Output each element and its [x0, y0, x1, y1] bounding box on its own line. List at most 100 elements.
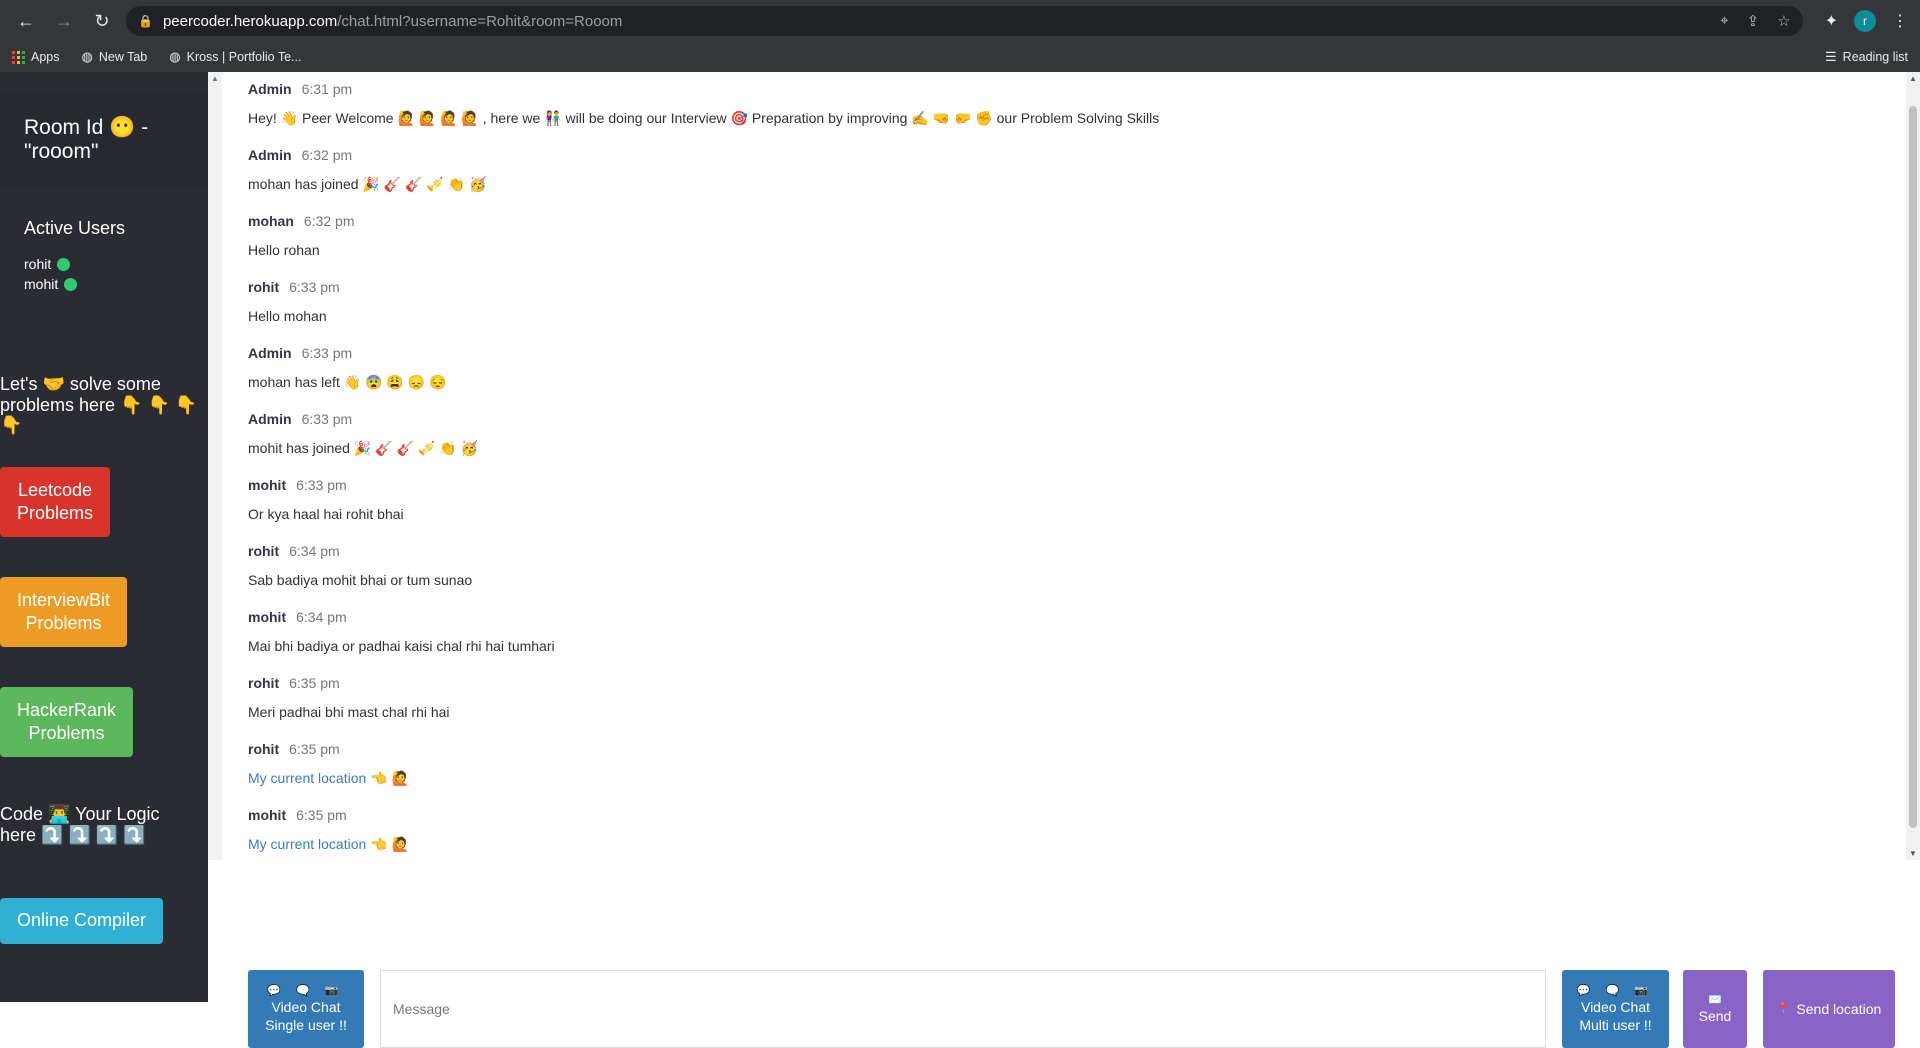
- message-author: rohit: [248, 675, 280, 691]
- chat-camera-icons: 💬 🗨️ 📷: [267, 984, 345, 997]
- reading-list[interactable]: ☰ Reading list: [1825, 49, 1908, 65]
- message-author: Admin: [248, 81, 292, 97]
- back-icon[interactable]: ←: [12, 7, 40, 35]
- message-meta: rohit 6:33 pm: [248, 276, 1888, 298]
- menu-icon[interactable]: ⋮: [1892, 11, 1908, 31]
- message-time: 6:33 pm: [296, 477, 347, 493]
- chat-main: ▲ ▼ Admin 6:31 pm Hey! 👋 Peer Welcome 🙋 🙋 …: [208, 72, 1920, 1048]
- message-item: Admin 6:33 pm mohan has left 👋 😨 😩 😞 😔: [248, 342, 1888, 408]
- location-link[interactable]: My current location 👈 🙋: [248, 770, 409, 787]
- send-button[interactable]: ✉️ Send: [1683, 970, 1747, 1048]
- scroll-up-icon[interactable]: ▲: [211, 74, 219, 83]
- location-link[interactable]: My current location 👈 🙋: [248, 836, 409, 853]
- messages-scrollbar[interactable]: ▲ ▼: [1906, 72, 1920, 860]
- globe-icon: ◍: [81, 49, 93, 64]
- message-body: mohan has joined 🎉 🎸 🎸 🎺 👏 🥳: [248, 175, 487, 192]
- message-author: Admin: [248, 147, 292, 163]
- interviewbit-button[interactable]: InterviewBit Problems: [0, 577, 127, 647]
- message-time: 6:33 pm: [289, 279, 340, 295]
- practice-heading: Let's 🤝 solve some problems here 👇 👇 👇 👇: [0, 374, 198, 436]
- location-icon[interactable]: ⌖: [1720, 12, 1728, 30]
- active-user-list: rohit mohit: [24, 256, 78, 296]
- message-body: Or kya haal hai rohit bhai: [248, 506, 404, 522]
- message-body: My current location 👈 🙋: [248, 768, 1888, 788]
- message-meta: mohan 6:32 pm: [248, 210, 1888, 232]
- message-author: mohit: [248, 807, 287, 823]
- video-chat-multi-button[interactable]: 💬 🗨️ 📷 Video Chat Multi user !!: [1562, 970, 1669, 1048]
- pin-icon: 📍: [1776, 1002, 1791, 1015]
- user-item: rohit: [24, 256, 77, 272]
- message-body: Meri padhai bhi mast chal rhi hai: [248, 704, 450, 720]
- star-icon[interactable]: ☆: [1777, 12, 1790, 30]
- reload-icon[interactable]: ↻: [88, 7, 116, 35]
- message-time: 6:31 pm: [301, 81, 353, 97]
- message-time: 6:35 pm: [289, 675, 340, 691]
- message-meta: mohit 6:33 pm: [248, 474, 1888, 496]
- apps-icon: [12, 50, 25, 64]
- message-meta: Admin 6:31 pm: [248, 78, 1888, 100]
- share-icon[interactable]: ⇪: [1747, 12, 1760, 30]
- message-input[interactable]: [380, 970, 1546, 1048]
- message-author: mohit: [248, 609, 287, 625]
- message-meta: rohit 6:35 pm: [248, 672, 1888, 694]
- envelope-icon: ✉️: [1708, 993, 1722, 1006]
- message-author: mohan: [248, 213, 294, 229]
- active-users-title: Active Users: [24, 218, 126, 238]
- message-time: 6:34 pm: [296, 609, 347, 625]
- message-meta: mohit 6:35 pm: [248, 804, 1888, 826]
- online-status-icon: [64, 277, 78, 291]
- message-meta: Admin 6:33 pm: [248, 408, 1888, 430]
- message-composer: 💬 🗨️ 📷 Video Chat Single user !! 💬 🗨️ 📷 …: [208, 860, 1920, 1048]
- message-body: mohan has left 👋 😨 😩 😞 😔: [248, 373, 447, 390]
- message-time: 6:35 pm: [289, 741, 340, 757]
- message-time: 6:34 pm: [289, 543, 340, 559]
- forward-icon[interactable]: →: [50, 7, 78, 35]
- hackerrank-button[interactable]: HackerRank Problems: [0, 687, 133, 757]
- message-item: mohit 6:35 pm My current location 👈 🙋: [248, 804, 1888, 858]
- bookmarks-bar: Apps ◍ New Tab ◍ Kross | Portfolio Te...…: [0, 42, 1920, 72]
- bookmark-kross[interactable]: ◍ Kross | Portfolio Te...: [169, 49, 301, 65]
- message-item: Admin 6:32 pm mohan has joined 🎉 🎸 🎸 🎺 👏 🥳: [248, 144, 1888, 210]
- scroll-up-icon[interactable]: ▲: [1909, 74, 1917, 83]
- message-time: 6:33 pm: [301, 345, 353, 361]
- message-time: 6:35 pm: [296, 807, 347, 823]
- bookmark-new-tab[interactable]: ◍ New Tab: [82, 49, 148, 65]
- message-author: Admin: [248, 345, 292, 361]
- message-time: 6:32 pm: [301, 147, 353, 163]
- video-chat-single-button[interactable]: 💬 🗨️ 📷 Video Chat Single user !!: [248, 970, 364, 1048]
- user-item: mohit: [24, 276, 78, 292]
- message-list[interactable]: Admin 6:31 pm Hey! 👋 Peer Welcome 🙋 🙋 🙋 🙋 …: [248, 78, 1888, 858]
- message-item: mohit 6:33 pm Or kya haal hai rohit bhai: [248, 474, 1888, 540]
- message-author: mohit: [248, 477, 287, 493]
- send-location-button[interactable]: 📍 Send location: [1763, 970, 1895, 1048]
- message-meta: rohit 6:34 pm: [248, 540, 1888, 562]
- browser-toolbar: ← → ↻ 🔒 peercoder.herokuapp.com/chat.htm…: [0, 0, 1920, 42]
- message-item: Admin 6:31 pm Hey! 👋 Peer Welcome 🙋 🙋 🙋 🙋 …: [248, 78, 1888, 144]
- message-meta: mohit 6:34 pm: [248, 606, 1888, 628]
- message-author: rohit: [248, 543, 280, 559]
- leetcode-button[interactable]: Leetcode Problems: [0, 467, 110, 537]
- message-body: Sab badiya mohit bhai or tum sunao: [248, 572, 473, 588]
- message-author: rohit: [248, 279, 280, 295]
- online-compiler-button[interactable]: Online Compiler: [0, 898, 163, 944]
- message-item: rohit 6:33 pm Hello mohan: [248, 276, 1888, 342]
- lock-icon: 🔒: [138, 14, 153, 28]
- message-time: 6:33 pm: [301, 411, 353, 427]
- scrollbar-thumb[interactable]: [1909, 106, 1917, 828]
- message-body: Mai bhi badiya or padhai kaisi chal rhi …: [248, 638, 555, 654]
- address-bar[interactable]: 🔒 peercoder.herokuapp.com/chat.html?user…: [126, 6, 1803, 36]
- message-meta: Admin 6:32 pm: [248, 144, 1888, 166]
- message-item: rohit 6:35 pm My current location 👈 🙋: [248, 738, 1888, 804]
- url-path: /chat.html?username=Rohit&room=Rooom: [337, 12, 623, 30]
- bookmark-apps[interactable]: Apps: [12, 50, 60, 64]
- message-body: Hello mohan: [248, 308, 327, 324]
- message-item: mohan 6:32 pm Hello rohan: [248, 210, 1888, 276]
- scroll-down-icon[interactable]: ▼: [1909, 849, 1917, 858]
- extensions-icon[interactable]: ✦: [1825, 11, 1838, 31]
- chat-camera-icons: 💬 🗨️ 📷: [1576, 984, 1655, 997]
- profile-avatar[interactable]: r: [1854, 10, 1876, 32]
- browser-chrome: ← → ↻ 🔒 peercoder.herokuapp.com/chat.htm…: [0, 0, 1920, 72]
- sidebar: Room Id 😶 - "rooom" Active Users rohit m…: [0, 72, 208, 1002]
- message-body: My current location 👈 🙋: [248, 834, 1888, 854]
- message-time: 6:32 pm: [303, 213, 355, 229]
